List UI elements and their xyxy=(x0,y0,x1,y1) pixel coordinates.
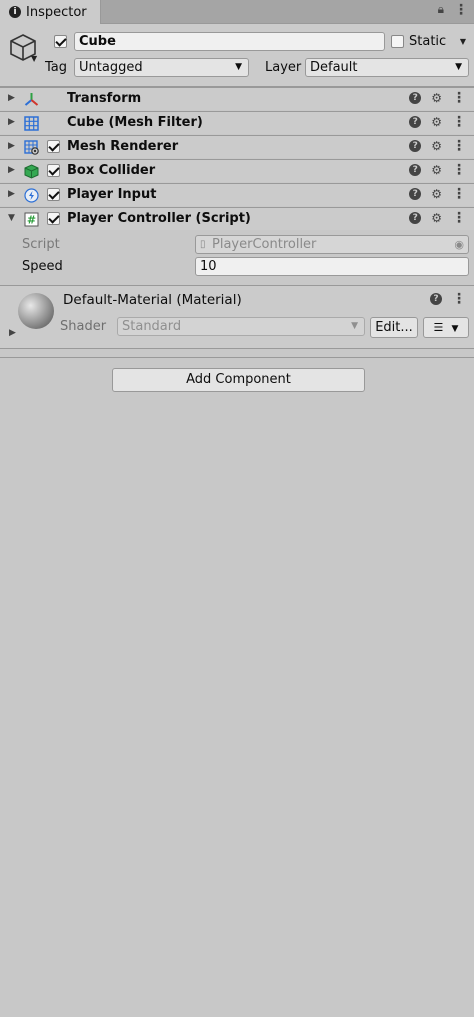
preset-icon[interactable]: ⚙︎ xyxy=(431,211,442,225)
static-label: Static xyxy=(409,34,447,49)
shader-label: Shader xyxy=(60,319,107,334)
component-enabled-checkbox[interactable] xyxy=(47,140,60,153)
tab-label: Inspector xyxy=(26,4,87,20)
static-dropdown-icon[interactable]: ▼ xyxy=(460,37,466,46)
svg-text:#: # xyxy=(27,214,36,227)
fold-arrow-icon[interactable]: ▶ xyxy=(8,165,15,175)
tag-value: Untagged xyxy=(79,60,143,75)
active-checkbox[interactable] xyxy=(54,35,67,48)
gameobject-header: ▼ Cube Static ▼ Tag Untagged ▼ Layer Def… xyxy=(0,24,474,87)
mesh-renderer-icon xyxy=(24,140,39,155)
material-title: Default-Material (Material) xyxy=(63,292,242,308)
fold-arrow-icon[interactable]: ▶ xyxy=(8,141,15,151)
context-menu-icon[interactable]: ⋮ xyxy=(452,163,466,177)
help-icon[interactable]: ? xyxy=(409,164,422,176)
layer-label: Layer xyxy=(265,60,302,75)
script-label: Script xyxy=(22,237,60,252)
fold-arrow-icon[interactable]: ▶ xyxy=(8,117,15,127)
player-input-icon xyxy=(24,188,39,203)
component-tools: ? ⚙︎ ⋮ xyxy=(409,139,466,153)
static-checkbox[interactable] xyxy=(391,35,404,48)
component-tools: ? ⚙︎ ⋮ xyxy=(409,91,466,105)
layer-select[interactable]: Default ▼ xyxy=(305,58,469,77)
name-field[interactable]: Cube xyxy=(74,32,385,51)
divider xyxy=(0,357,474,358)
script-icon: # xyxy=(24,212,39,227)
component-player-input[interactable]: ▶ Player Input ? ⚙︎ ⋮ xyxy=(0,183,474,206)
component-enabled-checkbox[interactable] xyxy=(47,164,60,177)
material-section: ▶ Default-Material (Material) ? ⋮ Shader… xyxy=(0,285,474,349)
shader-value: Standard xyxy=(122,319,182,334)
component-mesh-renderer[interactable]: ▶ Mesh Renderer ? ⚙︎ ⋮ xyxy=(0,135,474,158)
help-icon[interactable]: ? xyxy=(409,140,422,152)
tab-bar: i Inspector 🔒︎ ⋮ xyxy=(0,0,474,24)
component-tools: ? ⚙︎ ⋮ xyxy=(409,115,466,129)
component-mesh-filter[interactable]: ▶ Cube (Mesh Filter) ? ⚙︎ ⋮ xyxy=(0,111,474,134)
tab-actions: 🔒︎ ⋮ xyxy=(438,2,468,17)
preset-icon[interactable]: ⚙︎ xyxy=(431,91,442,105)
component-title: Player Input xyxy=(67,187,157,202)
preset-icon[interactable]: ⚙︎ xyxy=(431,187,442,201)
chevron-down-icon: ▼ xyxy=(451,324,459,334)
icon-dropdown-icon[interactable]: ▼ xyxy=(31,54,37,63)
component-title: Transform xyxy=(67,91,142,106)
chevron-down-icon: ▼ xyxy=(455,62,462,72)
help-icon[interactable]: ? xyxy=(409,212,422,224)
preset-icon[interactable]: ⚙︎ xyxy=(431,139,442,153)
material-fold-arrow-icon[interactable]: ▶ xyxy=(9,328,16,338)
preset-icon[interactable]: ⚙︎ xyxy=(431,163,442,177)
script-field: ▯ PlayerController ◉ xyxy=(195,235,469,254)
help-icon[interactable]: ? xyxy=(430,293,442,305)
component-player-controller[interactable]: ▼ # Player Controller (Script) ? ⚙︎ ⋮ xyxy=(0,207,474,230)
fold-arrow-icon[interactable]: ▶ xyxy=(8,189,15,199)
material-preview-sphere xyxy=(18,293,54,329)
tag-select[interactable]: Untagged ▼ xyxy=(74,58,249,77)
context-menu-icon[interactable]: ⋮ xyxy=(452,115,466,129)
component-transform[interactable]: ▶ Transform ? ⚙︎ ⋮ xyxy=(0,87,474,110)
fold-arrow-icon[interactable]: ▶ xyxy=(8,93,15,103)
list-icon: ☰ xyxy=(433,321,444,334)
layer-value: Default xyxy=(310,60,358,75)
context-menu-icon[interactable]: ⋮ xyxy=(452,187,466,201)
fold-arrow-expanded-icon[interactable]: ▼ xyxy=(8,213,15,223)
component-tools: ? ⚙︎ ⋮ xyxy=(409,211,466,225)
add-component-button[interactable]: Add Component xyxy=(112,368,365,392)
material-tools: ? ⋮ xyxy=(430,292,466,306)
preset-icon[interactable]: ⚙︎ xyxy=(431,115,442,129)
component-enabled-checkbox[interactable] xyxy=(47,188,60,201)
mesh-filter-icon xyxy=(24,116,39,131)
tab-inspector[interactable]: i Inspector xyxy=(0,0,101,24)
context-menu-icon[interactable]: ⋮ xyxy=(452,91,466,105)
component-title: Box Collider xyxy=(67,163,156,178)
script-value: PlayerController xyxy=(212,237,317,252)
help-icon[interactable]: ? xyxy=(409,116,422,128)
info-icon: i xyxy=(9,6,21,18)
component-tools: ? ⚙︎ ⋮ xyxy=(409,187,466,201)
shader-menu-button[interactable]: ☰ ▼ xyxy=(423,317,469,338)
component-title: Cube (Mesh Filter) xyxy=(67,115,203,130)
context-menu-icon[interactable]: ⋮ xyxy=(452,292,466,306)
script-file-icon: ▯ xyxy=(200,239,206,250)
component-tools: ? ⚙︎ ⋮ xyxy=(409,163,466,177)
transform-icon xyxy=(24,93,39,106)
chevron-down-icon: ▼ xyxy=(235,62,242,72)
component-enabled-checkbox[interactable] xyxy=(47,212,60,225)
tab-menu-icon[interactable]: ⋮ xyxy=(454,3,468,17)
speed-field[interactable]: 10 xyxy=(195,257,469,276)
box-collider-icon xyxy=(24,164,39,179)
tag-label: Tag xyxy=(45,60,68,75)
shader-select: Standard ▼ xyxy=(117,317,365,336)
shader-edit-button[interactable]: Edit... xyxy=(370,317,418,338)
help-icon[interactable]: ? xyxy=(409,188,422,200)
lock-icon[interactable]: 🔒︎ xyxy=(438,2,444,17)
speed-label[interactable]: Speed xyxy=(22,259,63,274)
component-box-collider[interactable]: ▶ Box Collider ? ⚙︎ ⋮ xyxy=(0,159,474,182)
context-menu-icon[interactable]: ⋮ xyxy=(452,211,466,225)
component-title: Mesh Renderer xyxy=(67,139,179,154)
help-icon[interactable]: ? xyxy=(409,92,422,104)
context-menu-icon[interactable]: ⋮ xyxy=(452,139,466,153)
component-title: Player Controller (Script) xyxy=(67,211,251,226)
chevron-down-icon: ▼ xyxy=(351,321,358,331)
object-picker-icon: ◉ xyxy=(454,238,464,251)
